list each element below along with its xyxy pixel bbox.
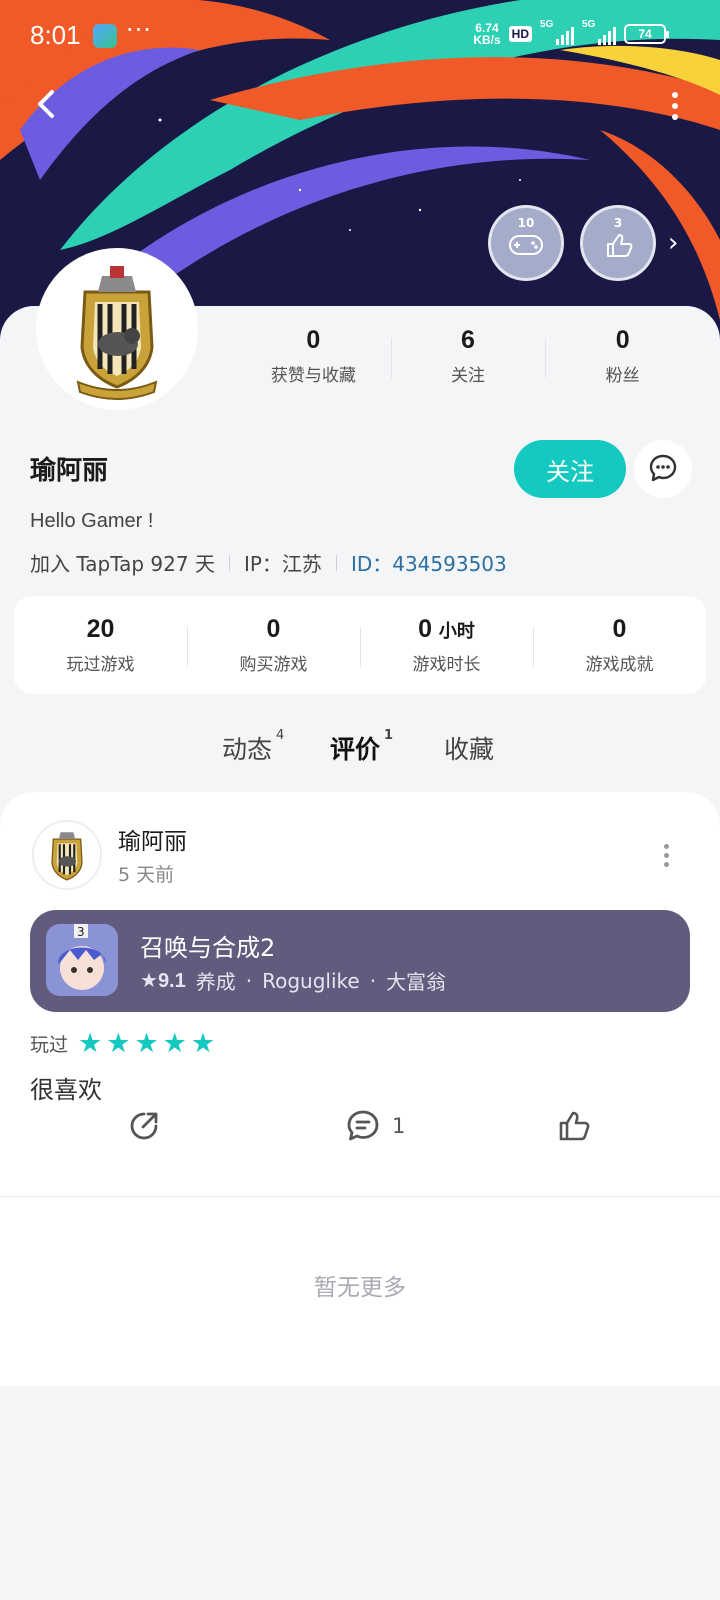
star-icon: ★ bbox=[190, 1027, 216, 1059]
thumbs-up-icon bbox=[559, 1111, 590, 1141]
ip-location: IP：江苏 bbox=[243, 552, 322, 576]
chat-bubble-icon bbox=[649, 454, 677, 481]
signal-icon: 5G bbox=[582, 19, 616, 45]
post-author[interactable]: 瑜阿丽 bbox=[118, 822, 187, 856]
hd-icon: HD bbox=[508, 26, 532, 42]
gamepad-icon bbox=[509, 235, 543, 255]
crest-avatar-image bbox=[34, 822, 100, 888]
tab-reviews[interactable]: 评价 1 bbox=[330, 728, 393, 770]
post-more-icon[interactable] bbox=[664, 844, 669, 867]
game-score: ★9.1 bbox=[140, 968, 186, 992]
network-speed: 6.74 KB/s bbox=[473, 21, 501, 47]
avatar[interactable] bbox=[32, 820, 102, 890]
content-tabs: 动态 4 评价 1 收藏 bbox=[0, 728, 720, 776]
end-of-list-text: 暂无更多 bbox=[314, 1275, 406, 1301]
game-tag: 大富翁 bbox=[386, 970, 447, 994]
star-icon: ★ bbox=[162, 1027, 187, 1059]
crest-avatar-image bbox=[40, 252, 194, 406]
game-meta: ★9.1 养成 · Roguglike · 大富翁 bbox=[140, 966, 446, 995]
chevron-right-icon[interactable]: › bbox=[668, 228, 678, 258]
played-games-stat[interactable]: 20 玩过游戏 bbox=[14, 615, 187, 675]
tab-posts[interactable]: 动态 4 bbox=[222, 728, 284, 766]
social-stats: 0 获赞与收藏 6 关注 0 粉丝 bbox=[236, 326, 700, 386]
profile-meta: 加入 TapTap 927 天 IP：江苏 ID：434593503 bbox=[30, 548, 507, 577]
app-notification-icon bbox=[93, 24, 117, 48]
divider bbox=[228, 554, 230, 571]
star-icon: ★ bbox=[106, 1027, 131, 1059]
profile-bio: Hello Gamer ! bbox=[30, 510, 154, 532]
back-arrow-icon[interactable] bbox=[28, 84, 68, 124]
post-timestamp: 5 天前 bbox=[118, 864, 175, 886]
play-time-stat[interactable]: 0 小时 游戏时长 bbox=[360, 615, 533, 675]
followers-stat[interactable]: 0 粉丝 bbox=[545, 326, 700, 386]
status-indicators: 6.74 KB/s HD 5G 5G 74 bbox=[473, 19, 669, 47]
message-button[interactable] bbox=[634, 440, 692, 498]
game-tag: Roguglike bbox=[262, 968, 360, 993]
dot-separator: · bbox=[245, 968, 253, 993]
play-status: 玩过 ★ ★ ★ ★ ★ bbox=[30, 1027, 216, 1059]
tab-favorites[interactable]: 收藏 bbox=[444, 730, 494, 766]
post-actions: 1 bbox=[0, 1108, 720, 1168]
game-tag: 养成 bbox=[195, 970, 236, 994]
purchased-games-stat[interactable]: 0 购买游戏 bbox=[187, 615, 360, 675]
status-more-icon: ··· bbox=[126, 16, 152, 44]
game-character-image: 3 bbox=[46, 924, 118, 996]
rating-stars: ★ ★ ★ ★ ★ bbox=[78, 1027, 216, 1059]
achievement-badge[interactable]: 3 bbox=[580, 205, 656, 281]
join-duration: 加入 TapTap 927 天 bbox=[30, 552, 215, 576]
status-time: 8:01 bbox=[30, 20, 81, 50]
game-title: 召唤与合成2 bbox=[140, 934, 276, 962]
star-icon: ★ bbox=[134, 1027, 159, 1059]
share-icon bbox=[130, 1112, 158, 1140]
star-icon: ★ bbox=[78, 1027, 103, 1059]
game-stats-card: 20 玩过游戏 0 购买游戏 0 小时 游戏时长 0 游戏成就 bbox=[14, 596, 706, 694]
like-button[interactable] bbox=[556, 1108, 592, 1144]
achievement-badge[interactable]: 10 bbox=[488, 205, 564, 281]
comment-count: 1 bbox=[392, 1114, 406, 1138]
comment-button[interactable]: 1 bbox=[344, 1108, 405, 1144]
dot-separator: · bbox=[369, 968, 377, 993]
svg-text:3: 3 bbox=[77, 925, 85, 939]
share-button[interactable] bbox=[126, 1108, 162, 1144]
profile-username: 瑜阿丽 bbox=[30, 456, 109, 486]
likes-collections-stat[interactable]: 0 获赞与收藏 bbox=[236, 326, 391, 386]
battery-icon: 74 bbox=[624, 24, 669, 44]
signal-icon: 5G bbox=[540, 19, 574, 45]
user-id[interactable]: ID：434593503 bbox=[351, 548, 507, 577]
divider bbox=[335, 554, 337, 571]
divider bbox=[0, 1196, 720, 1197]
comment-icon bbox=[347, 1110, 379, 1141]
following-stat[interactable]: 6 关注 bbox=[390, 326, 546, 386]
review-feed: 瑜阿丽 5 天前 3 召唤与合成2 ★9.1 养成 · Roguglike · … bbox=[0, 792, 720, 1386]
follow-button[interactable]: 关注 bbox=[514, 440, 626, 498]
review-text: 很喜欢 bbox=[30, 1076, 102, 1104]
status-bar: 8:01 ··· 6.74 KB/s HD 5G 5G 74 bbox=[0, 0, 720, 72]
more-options-icon[interactable] bbox=[660, 92, 690, 122]
game-card[interactable]: 3 召唤与合成2 ★9.1 养成 · Roguglike · 大富翁 bbox=[30, 910, 690, 1012]
achievements-stat[interactable]: 0 游戏成就 bbox=[533, 615, 706, 675]
thumbs-up-icon bbox=[607, 234, 633, 257]
avatar[interactable] bbox=[36, 248, 198, 410]
game-icon: 3 bbox=[46, 924, 118, 996]
